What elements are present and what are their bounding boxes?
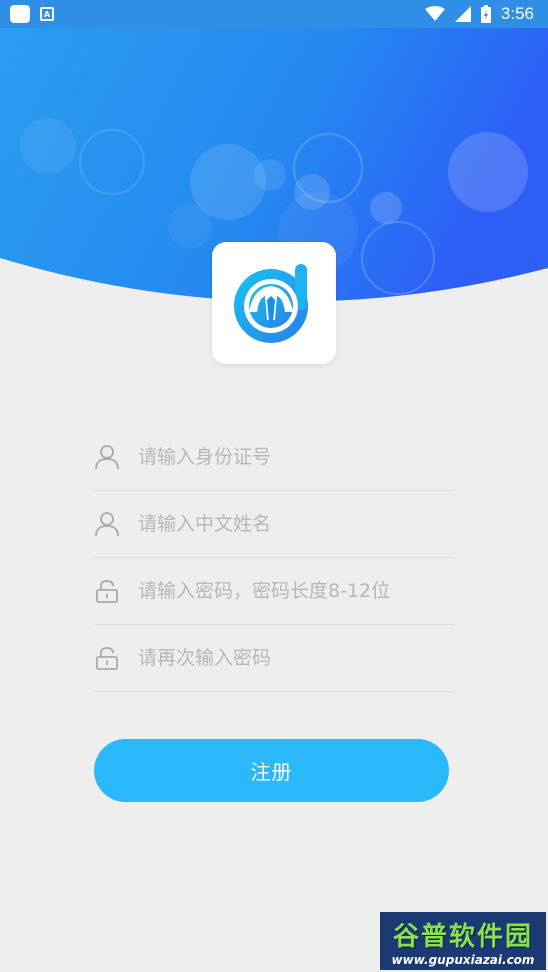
name-field-row	[94, 491, 454, 558]
wifi-icon	[424, 6, 445, 21]
app-logo-icon	[234, 264, 308, 343]
user-icon	[94, 511, 120, 537]
id-number-input[interactable]	[138, 437, 454, 477]
name-input[interactable]	[138, 504, 454, 544]
watermark-url: www.gupuxiazai.com	[391, 952, 535, 967]
password-field-row	[94, 558, 454, 625]
app-a-notification-icon: A	[40, 7, 54, 21]
lock-icon	[94, 645, 120, 671]
battery-icon	[480, 5, 491, 23]
confirm-password-input[interactable]	[138, 638, 454, 678]
app-logo-card	[212, 242, 336, 364]
status-time: 3:56	[500, 4, 534, 23]
password-input[interactable]	[138, 571, 454, 611]
square-notification-icon	[10, 5, 30, 23]
cellular-signal-icon	[454, 6, 471, 22]
status-bar: A 3:56	[0, 0, 548, 28]
watermark-title: 谷普软件园	[392, 921, 533, 952]
watermark: 谷普软件园 www.gupuxiazai.com	[380, 912, 546, 970]
lock-icon	[94, 578, 120, 604]
register-button[interactable]: 注册	[94, 739, 449, 802]
confirm-password-field-row	[94, 625, 454, 692]
status-right: 3:56	[424, 4, 534, 24]
user-icon	[94, 444, 120, 470]
status-left: A	[10, 5, 54, 23]
id-number-field-row	[94, 424, 454, 491]
register-form	[94, 424, 454, 692]
